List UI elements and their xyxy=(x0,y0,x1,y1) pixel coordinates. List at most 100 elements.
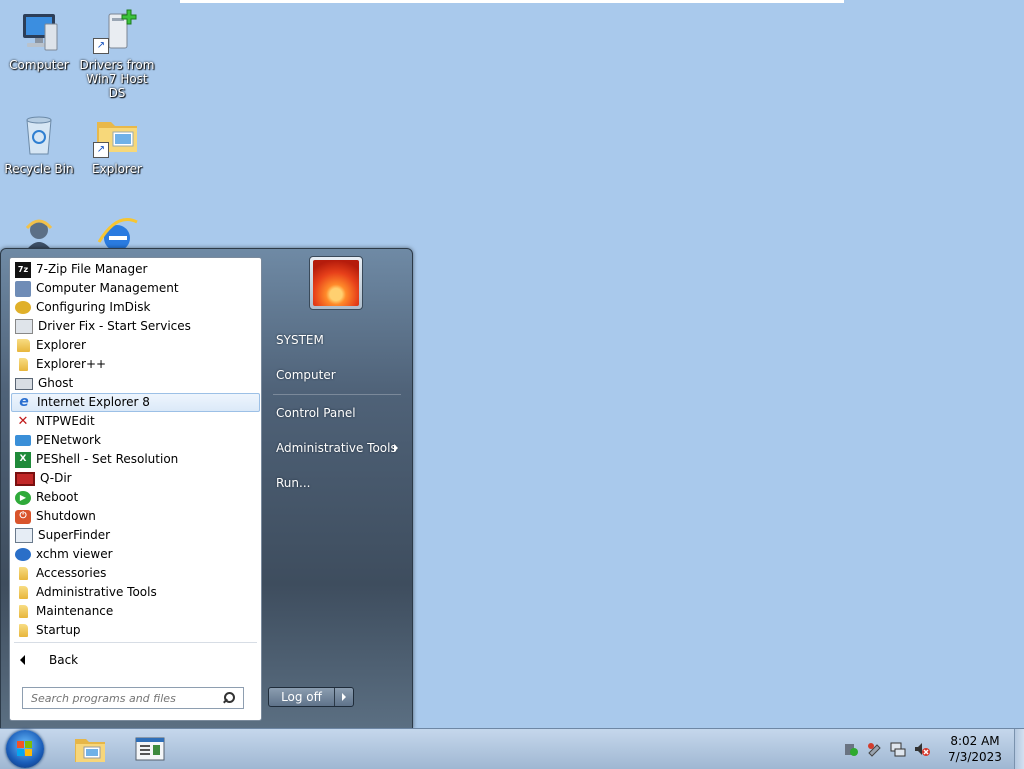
search-box[interactable] xyxy=(22,687,244,709)
folder-explorer-icon: ↗ xyxy=(93,112,141,160)
back-label: Back xyxy=(49,653,79,667)
start-item-user[interactable]: SYSTEM xyxy=(276,332,324,348)
program-internet-explorer[interactable]: e Internet Explorer 8 xyxy=(11,393,260,412)
window-app-icon xyxy=(135,737,165,761)
folder-icon xyxy=(15,585,31,601)
desktop-icon-explorer[interactable]: ↗ Explorer xyxy=(78,112,156,176)
penetwork-icon xyxy=(15,435,31,446)
program-folder-accessories[interactable]: Accessories xyxy=(11,564,260,583)
divider xyxy=(14,642,257,643)
imdisk-icon xyxy=(15,301,31,314)
peshell-icon: X xyxy=(15,451,31,468)
desktop-icon-label: Drivers from Win7 Host DS xyxy=(79,58,155,100)
start-button[interactable] xyxy=(6,730,44,768)
program-label: Explorer xyxy=(36,338,86,352)
program-qdir[interactable]: Q-Dir xyxy=(11,469,260,488)
program-label: PEShell - Set Resolution xyxy=(36,452,179,466)
ghost-icon xyxy=(15,377,33,390)
program-list: 7z 7-Zip File Manager Computer Management… xyxy=(10,258,261,640)
program-folder-startup[interactable]: Startup xyxy=(11,621,260,640)
program-folder-administrative-tools[interactable]: Administrative Tools xyxy=(11,583,260,602)
program-penetwork[interactable]: PENetwork xyxy=(11,431,260,450)
driver-install-icon: ↗ xyxy=(93,8,141,56)
program-label: 7-Zip File Manager xyxy=(36,262,148,276)
user-avatar[interactable] xyxy=(309,256,363,310)
program-label: Computer Management xyxy=(36,281,179,295)
top-window-edge xyxy=(180,0,844,3)
program-label: Ghost xyxy=(38,376,74,390)
program-7zip[interactable]: 7z 7-Zip File Manager xyxy=(11,260,260,279)
start-menu-right-pane: SYSTEM Computer Control Panel Administra… xyxy=(263,249,412,728)
desktop-icon-label: Recycle Bin xyxy=(4,162,74,176)
explorerpp-icon xyxy=(15,357,31,373)
explorer-icon xyxy=(15,338,31,354)
7zip-icon: 7z xyxy=(15,261,31,278)
folder-icon xyxy=(15,566,31,582)
desktop-icon-recycle-bin[interactable]: Recycle Bin xyxy=(0,112,78,176)
shortcut-arrow-icon: ↗ xyxy=(93,38,109,54)
shutdown-options-arrow-icon[interactable] xyxy=(334,688,353,706)
program-ghost[interactable]: Ghost xyxy=(11,374,260,393)
clock-date: 7/3/2023 xyxy=(948,750,1002,764)
program-folder-maintenance[interactable]: Maintenance xyxy=(11,602,260,621)
program-label: Shutdown xyxy=(36,509,96,523)
volume-muted-icon[interactable] xyxy=(914,741,930,757)
network-icon[interactable] xyxy=(890,741,906,757)
folder-icon xyxy=(15,623,31,639)
taskbar-app-button[interactable] xyxy=(132,733,168,765)
program-explorer[interactable]: Explorer xyxy=(11,336,260,355)
folder-explorer-icon xyxy=(75,739,105,762)
start-item-label: Administrative Tools xyxy=(276,441,397,455)
program-superfinder[interactable]: SuperFinder xyxy=(11,526,260,545)
clock[interactable]: 8:02 AM 7/3/2023 xyxy=(940,733,1010,765)
computer-management-icon xyxy=(15,280,31,297)
desktop-icon-computer[interactable]: Computer xyxy=(0,8,78,72)
driver-fix-icon xyxy=(15,319,33,334)
submenu-arrow-icon xyxy=(394,444,398,452)
usb-icon[interactable] xyxy=(866,741,882,757)
desktop-icon-label: Computer xyxy=(9,58,69,72)
search-icon[interactable] xyxy=(221,690,237,706)
shortcut-arrow-icon: ↗ xyxy=(93,142,109,158)
program-shutdown[interactable]: ⏻ Shutdown xyxy=(11,507,260,526)
program-xchm[interactable]: xchm viewer xyxy=(11,545,260,564)
reboot-icon: ▶ xyxy=(15,490,31,505)
desktop-icon-drivers[interactable]: ↗ Drivers from Win7 Host DS xyxy=(78,8,156,100)
program-label: xchm viewer xyxy=(36,547,113,561)
show-desktop-button[interactable] xyxy=(1014,729,1024,769)
program-label: Accessories xyxy=(36,566,107,580)
superfinder-icon xyxy=(15,528,33,543)
start-item-run[interactable]: Run... xyxy=(276,475,310,491)
program-label: Administrative Tools xyxy=(36,585,157,599)
program-label: Configuring ImDisk xyxy=(36,300,151,314)
start-item-computer[interactable]: Computer xyxy=(276,367,336,383)
program-peshell[interactable]: X PEShell - Set Resolution xyxy=(11,450,260,469)
program-reboot[interactable]: ▶ Reboot xyxy=(11,488,260,507)
security-icon[interactable] xyxy=(843,741,859,757)
program-computer-management[interactable]: Computer Management xyxy=(11,279,260,298)
recycle-bin-icon xyxy=(15,112,63,160)
program-explorerpp[interactable]: Explorer++ xyxy=(11,355,260,374)
program-label: Explorer++ xyxy=(36,357,107,371)
start-item-control-panel[interactable]: Control Panel xyxy=(276,405,356,421)
logoff-button[interactable]: Log off xyxy=(269,688,334,706)
back-button[interactable]: Back xyxy=(20,650,78,670)
xchm-icon xyxy=(15,548,31,561)
program-label: Internet Explorer 8 xyxy=(37,395,150,409)
program-label: Reboot xyxy=(36,490,79,504)
search-input[interactable] xyxy=(23,689,221,707)
program-label: Maintenance xyxy=(36,604,114,618)
logoff-control: Log off xyxy=(268,687,354,707)
program-label: Q-Dir xyxy=(40,471,72,485)
taskbar-explorer-button[interactable] xyxy=(72,733,108,765)
folder-icon xyxy=(15,604,31,620)
program-label: PENetwork xyxy=(36,433,101,447)
ntpwedit-icon: ✕ xyxy=(17,414,29,429)
program-ntpwedit[interactable]: ✕ NTPWEdit xyxy=(11,412,260,431)
computer-icon xyxy=(15,8,63,56)
program-label: Startup xyxy=(36,623,81,637)
windows-logo-icon xyxy=(17,741,33,757)
program-imdisk[interactable]: Configuring ImDisk xyxy=(11,298,260,317)
start-item-administrative-tools[interactable]: Administrative Tools xyxy=(276,440,406,456)
program-driver-fix[interactable]: Driver Fix - Start Services xyxy=(11,317,260,336)
